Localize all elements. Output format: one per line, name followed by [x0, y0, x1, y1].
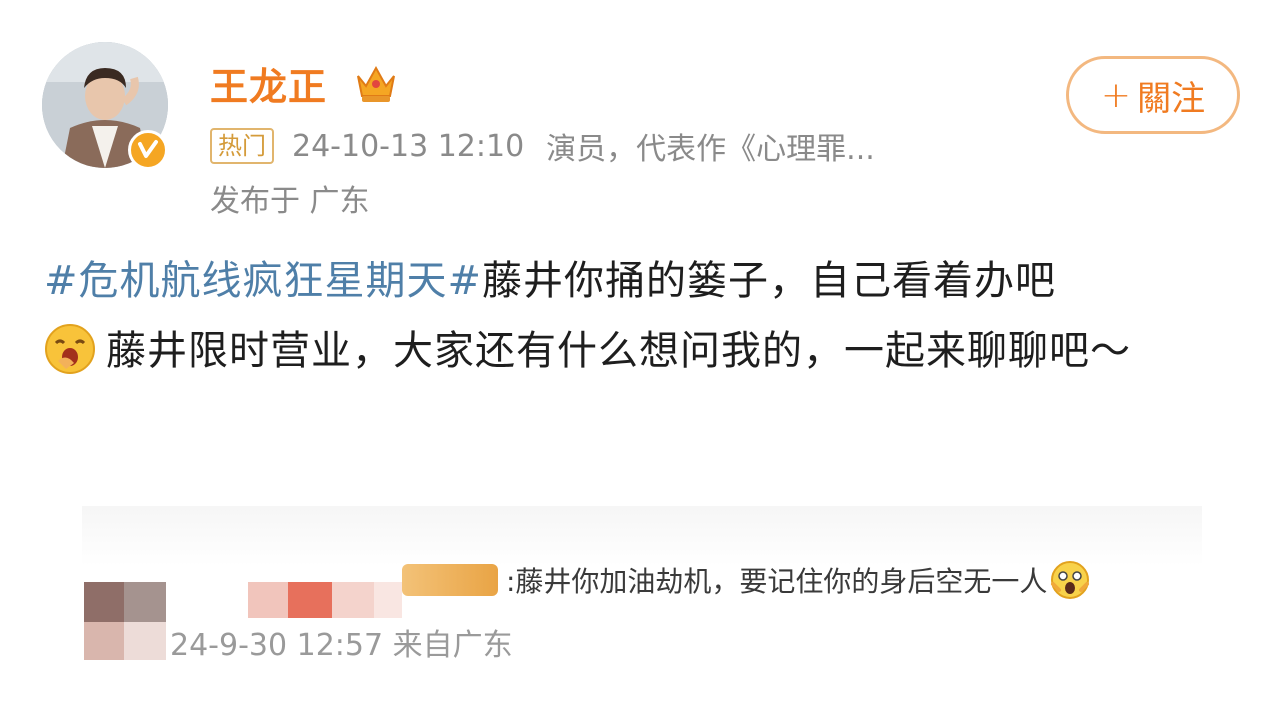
post-text-line2: 藤井限时营业，大家还有什么想问我的，一起来聊聊吧～ [106, 328, 1131, 374]
post-time: 24-10-13 12:10 [292, 128, 525, 164]
crown-icon [357, 65, 395, 102]
verified-icon [128, 130, 168, 170]
plus-icon: + [1100, 74, 1132, 116]
follow-button-label: 關注 [1137, 78, 1206, 119]
post-body: #危机航线疯狂星期天#藤井你捅的篓子，自己看着办吧 藤井限时营业，大家还有什么想… [44, 246, 1234, 386]
comment: :藤井你加油劫机，要记住你的身后空无一人 [402, 560, 1091, 600]
comment-user-badge [402, 564, 498, 596]
comment-text: :藤井你加油劫机，要记住你的身后空无一人 [506, 565, 1048, 598]
comment-time: 24-9-30 12:57 来自广东 [170, 628, 513, 663]
post-location: 发布于 广东 [210, 184, 370, 219]
user-description: 演员，代表作《心理罪... [546, 132, 875, 167]
follow-button[interactable]: + 關注 [1066, 56, 1240, 134]
yawn-emoji-icon [45, 324, 95, 374]
post-meta: 热门 24-10-13 12:10 演员，代表作《心理罪... [210, 124, 875, 168]
post-text-line1: 藤井你捅的篓子，自己看着办吧 [482, 258, 1057, 304]
user-name[interactable]: 王龙正 [210, 56, 327, 111]
post-hashtag[interactable]: #危机航线疯狂星期天# [44, 258, 482, 304]
hot-badge: 热门 [210, 128, 274, 164]
scared-emoji-icon [1051, 561, 1090, 599]
